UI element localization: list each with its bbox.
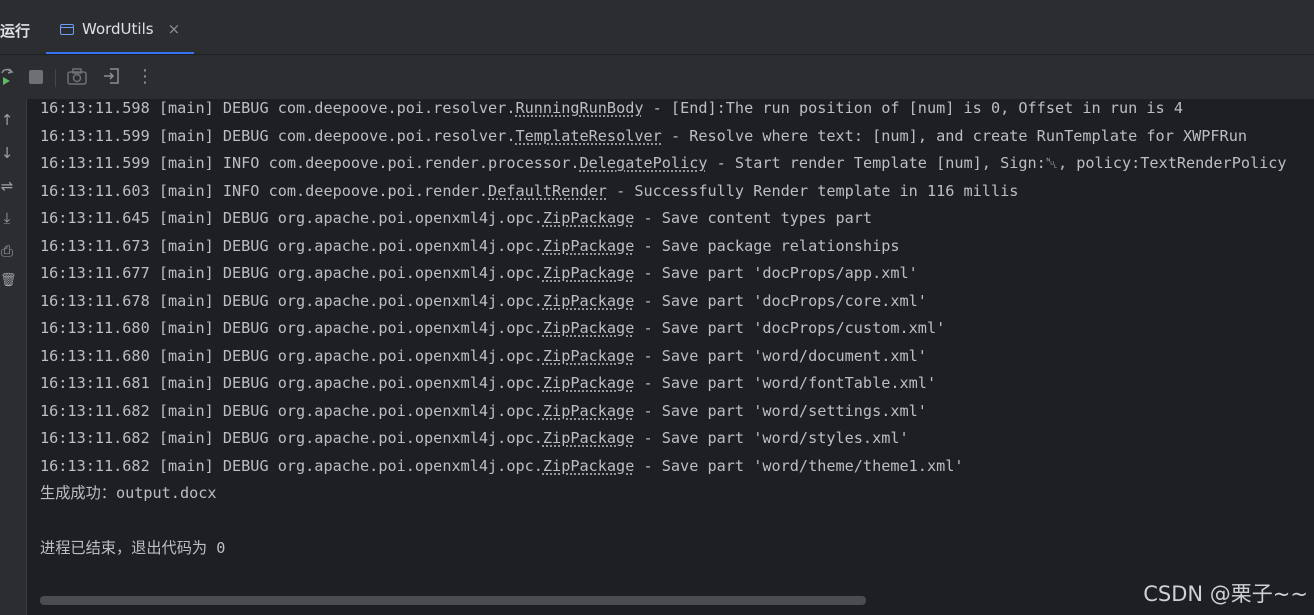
console-side-toolbar: ↑ ↓ ⇌ ⤓ ⎙ 🗑 <box>0 99 27 615</box>
log-line: 16:13:11.677 [main] DEBUG org.apache.poi… <box>40 260 1314 288</box>
log-message: - Save part 'word/theme/theme1.xml' <box>634 456 964 475</box>
soft-wrap-icon[interactable]: ⇌ <box>0 177 14 195</box>
log-class-link[interactable]: RunningRunBody <box>515 99 643 117</box>
log-message: - Save part 'docProps/core.xml' <box>634 291 927 310</box>
log-message: - Save part 'word/settings.xml' <box>634 401 927 420</box>
log-message: - Save part 'word/styles.xml' <box>634 429 909 447</box>
log-class-link[interactable]: ZipPackage <box>543 237 634 255</box>
log-class-link[interactable]: ZipPackage <box>543 209 634 227</box>
log-class-link[interactable]: ZipPackage <box>543 264 634 282</box>
watermark: CSDN @栗子~~ <box>1143 582 1308 606</box>
log-line: 16:13:11.645 [main] DEBUG org.apache.poi… <box>40 205 1314 233</box>
log-line: 16:13:11.678 [main] DEBUG org.apache.poi… <box>40 288 1314 316</box>
log-class-link[interactable]: ZipPackage <box>543 292 634 310</box>
log-message: - Start render Template [num], Sign:␀, p… <box>707 154 1287 172</box>
log-class-link[interactable]: DefaultRender <box>488 182 607 200</box>
log-class-link[interactable]: TemplateResolver <box>515 127 661 145</box>
log-line: 16:13:11.682 [main] DEBUG org.apache.poi… <box>40 453 1314 481</box>
log-prefix: 16:13:11.682 [main] DEBUG org.apache.poi… <box>40 401 543 420</box>
log-line: 16:13:11.680 [main] DEBUG org.apache.poi… <box>40 343 1314 371</box>
stop-icon[interactable] <box>28 67 44 87</box>
log-line: 16:13:11.682 [main] DEBUG org.apache.poi… <box>40 398 1314 426</box>
log-message: - Save part 'docProps/custom.xml' <box>634 319 946 337</box>
down-arrow-icon[interactable]: ↓ <box>0 144 14 162</box>
log-line: 16:13:11.603 [main] INFO com.deepoove.po… <box>40 178 1314 206</box>
log-class-link[interactable]: ZipPackage <box>543 319 634 337</box>
horizontal-scrollbar[interactable] <box>40 596 866 605</box>
log-prefix: 16:13:11.677 [main] DEBUG org.apache.poi… <box>40 264 543 282</box>
log-lines: 16:13:11.598 [main] DEBUG com.deepoove.p… <box>40 95 1314 480</box>
log-message: - Save part 'word/fontTable.xml' <box>634 374 937 392</box>
run-tab-bar: 运行 WordUtils × <box>0 6 1314 55</box>
tab-wordutils[interactable]: WordUtils × <box>46 6 194 54</box>
log-class-link[interactable]: ZipPackage <box>543 457 634 475</box>
log-message: - Save part 'docProps/app.xml' <box>634 264 918 282</box>
exit-code-line: 进程已结束，退出代码为 0 <box>40 539 226 557</box>
log-prefix: 16:13:11.680 [main] DEBUG org.apache.poi… <box>40 346 543 365</box>
log-message: - Resolve where text: [num], and create … <box>661 126 1247 145</box>
camera-icon[interactable] <box>67 67 87 87</box>
log-line: 16:13:11.599 [main] INFO com.deepoove.po… <box>40 150 1314 178</box>
log-prefix: 16:13:11.682 [main] DEBUG org.apache.poi… <box>40 429 543 447</box>
log-message: - Save part 'word/document.xml' <box>634 346 927 365</box>
exit-icon[interactable] <box>102 67 120 87</box>
log-prefix: 16:13:11.603 [main] INFO com.deepoove.po… <box>40 181 489 200</box>
up-arrow-icon[interactable]: ↑ <box>0 111 14 129</box>
toolbar-separator <box>55 69 56 87</box>
log-prefix: 16:13:11.599 [main] DEBUG com.deepoove.p… <box>40 126 516 145</box>
log-prefix: 16:13:11.599 [main] INFO com.deepoove.po… <box>40 154 580 172</box>
more-icon[interactable]: ⋮ <box>136 67 154 87</box>
log-message: - Save package relationships <box>634 236 900 255</box>
log-line: 16:13:11.599 [main] DEBUG com.deepoove.p… <box>40 123 1314 151</box>
log-prefix: 16:13:11.682 [main] DEBUG org.apache.poi… <box>40 456 543 475</box>
scroll-to-end-icon[interactable]: ⤓ <box>0 209 14 227</box>
log-line: 16:13:11.682 [main] DEBUG org.apache.poi… <box>40 425 1314 453</box>
log-prefix: 16:13:11.680 [main] DEBUG org.apache.poi… <box>40 319 543 337</box>
log-prefix: 16:13:11.598 [main] DEBUG com.deepoove.p… <box>40 99 516 117</box>
print-icon[interactable]: ⎙ <box>0 242 14 260</box>
rerun-icon[interactable] <box>0 67 14 87</box>
log-message: - Successfully Render template in 116 mi… <box>606 181 1019 200</box>
log-prefix: 16:13:11.645 [main] DEBUG org.apache.poi… <box>40 209 543 227</box>
log-line: 16:13:11.681 [main] DEBUG org.apache.poi… <box>40 370 1314 398</box>
result-line: 生成成功：output.docx <box>40 484 217 502</box>
tab-label: WordUtils <box>82 20 154 38</box>
log-line: 16:13:11.680 [main] DEBUG org.apache.poi… <box>40 315 1314 343</box>
run-toolbar: ⋮ <box>0 55 1314 99</box>
log-line: 16:13:11.673 [main] DEBUG org.apache.poi… <box>40 233 1314 261</box>
close-icon[interactable]: × <box>168 20 181 38</box>
log-prefix: 16:13:11.673 [main] DEBUG org.apache.poi… <box>40 236 543 255</box>
log-message: - Save content types part <box>634 209 873 227</box>
log-prefix: 16:13:11.681 [main] DEBUG org.apache.poi… <box>40 374 543 392</box>
log-prefix: 16:13:11.678 [main] DEBUG org.apache.poi… <box>40 291 543 310</box>
log-message: - [End]:The run position of [num] is 0, … <box>643 99 1183 117</box>
log-class-link[interactable]: ZipPackage <box>543 374 634 392</box>
log-line: 16:13:11.598 [main] DEBUG com.deepoove.p… <box>40 95 1314 123</box>
run-tool-window-title: 运行 <box>0 22 31 40</box>
trash-icon[interactable]: 🗑 <box>0 273 17 288</box>
log-class-link[interactable]: ZipPackage <box>543 347 634 365</box>
console-output[interactable]: 16:13:11.598 [main] DEBUG com.deepoove.p… <box>40 95 1314 587</box>
log-class-link[interactable]: ZipPackage <box>543 429 634 447</box>
log-class-link[interactable]: ZipPackage <box>543 402 634 420</box>
log-class-link[interactable]: DelegatePolicy <box>579 154 707 172</box>
console-icon <box>60 23 74 35</box>
